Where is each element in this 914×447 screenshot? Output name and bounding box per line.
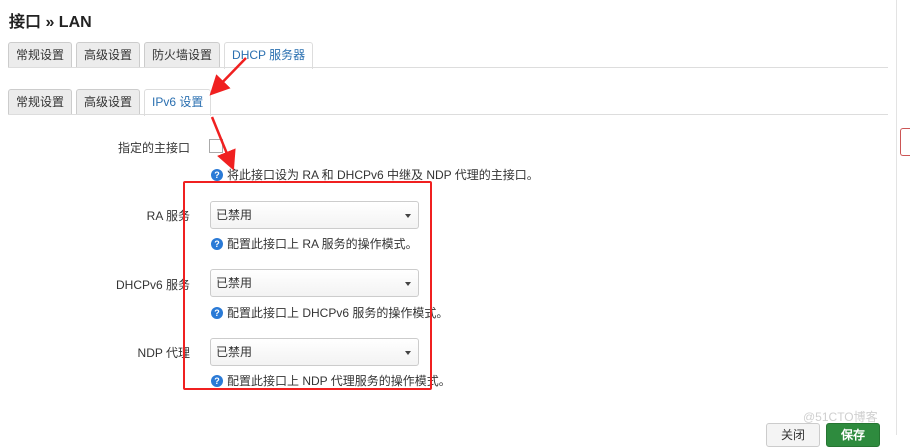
- annotation-arrows: [209, 57, 247, 171]
- close-button[interactable]: 关闭: [766, 423, 821, 447]
- arrow-to-ipv6-tab: [209, 57, 247, 96]
- watermark: @51CTO博客: [803, 410, 878, 424]
- arrow-to-fields: [210, 116, 236, 171]
- save-button[interactable]: 保存: [826, 423, 881, 447]
